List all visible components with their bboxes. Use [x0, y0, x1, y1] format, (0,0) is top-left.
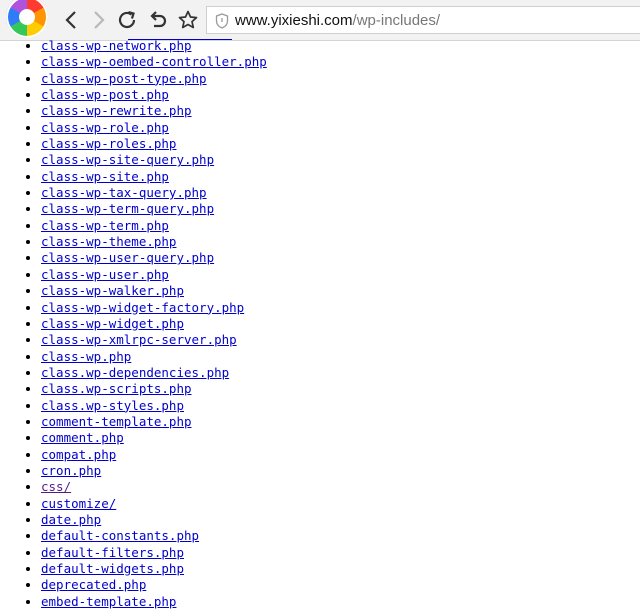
file-link[interactable]: class-wp-term-query.php [41, 201, 214, 216]
url-text[interactable]: www.yixieshi.com/wp-includes/ [235, 12, 440, 29]
list-item: class-wp-site.php [41, 169, 267, 185]
file-link[interactable]: default-filters.php [41, 545, 184, 560]
list-item: class.wp-scripts.php [41, 381, 267, 397]
list-item: class-wp-user-query.php [41, 250, 267, 266]
list-item: class-wp-xmlrpc-server.php [41, 332, 267, 348]
file-link[interactable]: comment.php [41, 430, 124, 445]
list-item: date.php [41, 512, 267, 528]
list-item: css/ [41, 479, 267, 495]
list-item: class-wp-oembed-controller.php [41, 54, 267, 70]
file-link[interactable]: class.wp-styles.php [41, 398, 184, 413]
chevron-right-icon [94, 11, 105, 29]
file-link[interactable]: embed-template.php [41, 594, 176, 609]
file-link[interactable]: class-wp-user-query.php [41, 250, 214, 265]
list-item: class-wp-theme.php [41, 234, 267, 250]
list-item: customize/ [41, 496, 267, 512]
file-link[interactable]: compat.php [41, 447, 116, 462]
star-icon [178, 10, 198, 29]
url-host: www.yixieshi.com [235, 12, 353, 29]
file-link[interactable]: customize/ [41, 496, 116, 511]
list-item: comment-template.php [41, 414, 267, 430]
file-link[interactable]: class-wp-role.php [41, 120, 169, 135]
file-link[interactable]: class-wp-oembed-controller.php [41, 54, 267, 69]
reload-button[interactable] [115, 8, 139, 32]
file-link[interactable]: class-wp-tax-query.php [41, 185, 207, 200]
browser-logo-icon[interactable] [6, 0, 48, 38]
list-item: class-wp-rewrite.php [41, 103, 267, 119]
list-item: class-wp-network.php [41, 38, 267, 54]
url-path: /wp-includes/ [352, 12, 441, 29]
file-link[interactable]: class-wp-widget.php [41, 316, 184, 331]
back-button[interactable] [60, 8, 84, 32]
list-item: deprecated.php [41, 577, 267, 593]
file-link[interactable]: cron.php [41, 463, 101, 478]
file-link[interactable]: class-wp-post-type.php [41, 71, 207, 86]
file-link[interactable]: class-wp-term.php [41, 218, 169, 233]
shield-icon[interactable] [215, 13, 229, 29]
list-item: default-constants.php [41, 528, 267, 544]
list-item: class-wp-term-query.php [41, 201, 267, 217]
file-link[interactable]: class-wp-rewrite.php [41, 103, 192, 118]
file-link[interactable]: class.wp-dependencies.php [41, 365, 229, 380]
file-link[interactable]: date.php [41, 512, 101, 527]
file-link[interactable]: class-wp-xmlrpc-server.php [41, 332, 237, 347]
file-link[interactable]: css/ [41, 479, 71, 494]
reload-icon [118, 10, 136, 29]
list-item: embed-template.php [41, 594, 267, 610]
list-item: class-wp-widget.php [41, 316, 267, 332]
undo-icon [150, 11, 167, 28]
list-item: default-filters.php [41, 545, 267, 561]
list-item: class-wp-site-query.php [41, 152, 267, 168]
file-link[interactable]: class-wp-network.php [41, 38, 192, 53]
file-link[interactable]: class-wp-theme.php [41, 234, 176, 249]
list-item: compat.php [41, 447, 267, 463]
file-link[interactable]: default-constants.php [41, 528, 199, 543]
file-link[interactable]: class-wp-walker.php [41, 283, 184, 298]
list-item: comment.php [41, 430, 267, 446]
list-item: class-wp-role.php [41, 120, 267, 136]
file-link[interactable]: class-wp-site.php [41, 169, 169, 184]
list-item: default-widgets.php [41, 561, 267, 577]
browser-toolbar: www.yixieshi.com/wp-includes/ [0, 0, 640, 41]
list-item: class.wp-dependencies.php [41, 365, 267, 381]
list-item: class-wp-roles.php [41, 136, 267, 152]
undo-button[interactable] [146, 8, 170, 32]
favorite-button[interactable] [176, 8, 200, 32]
list-item: cron.php [41, 463, 267, 479]
file-link[interactable]: comment-template.php [41, 414, 192, 429]
list-item: class-wp-post-type.php [41, 71, 267, 87]
forward-button[interactable] [86, 8, 110, 32]
list-item: class.wp-styles.php [41, 398, 267, 414]
directory-listing: class-wp-network.phpclass-wp-oembed-cont… [0, 38, 267, 610]
list-item: class-wp-walker.php [41, 283, 267, 299]
address-bar[interactable]: www.yixieshi.com/wp-includes/ [206, 6, 640, 34]
file-link[interactable]: class-wp-widget-factory.php [41, 300, 244, 315]
list-item: class-wp-tax-query.php [41, 185, 267, 201]
list-item: class-wp-user.php [41, 267, 267, 283]
file-link[interactable]: class-wp-user.php [41, 267, 169, 282]
file-link[interactable]: class.wp-scripts.php [41, 381, 192, 396]
file-link[interactable]: class-wp.php [41, 349, 131, 364]
chevron-left-icon [65, 11, 76, 29]
list-item: class-wp-post.php [41, 87, 267, 103]
list-item: class-wp.php [41, 349, 267, 365]
file-link[interactable]: deprecated.php [41, 577, 146, 592]
list-item: class-wp-widget-factory.php [41, 300, 267, 316]
file-link[interactable]: default-widgets.php [41, 561, 184, 576]
file-link[interactable]: class-wp-post.php [41, 87, 169, 102]
list-item: class-wp-term.php [41, 218, 267, 234]
file-link[interactable]: class-wp-site-query.php [41, 152, 214, 167]
file-link[interactable]: class-wp-roles.php [41, 136, 176, 151]
